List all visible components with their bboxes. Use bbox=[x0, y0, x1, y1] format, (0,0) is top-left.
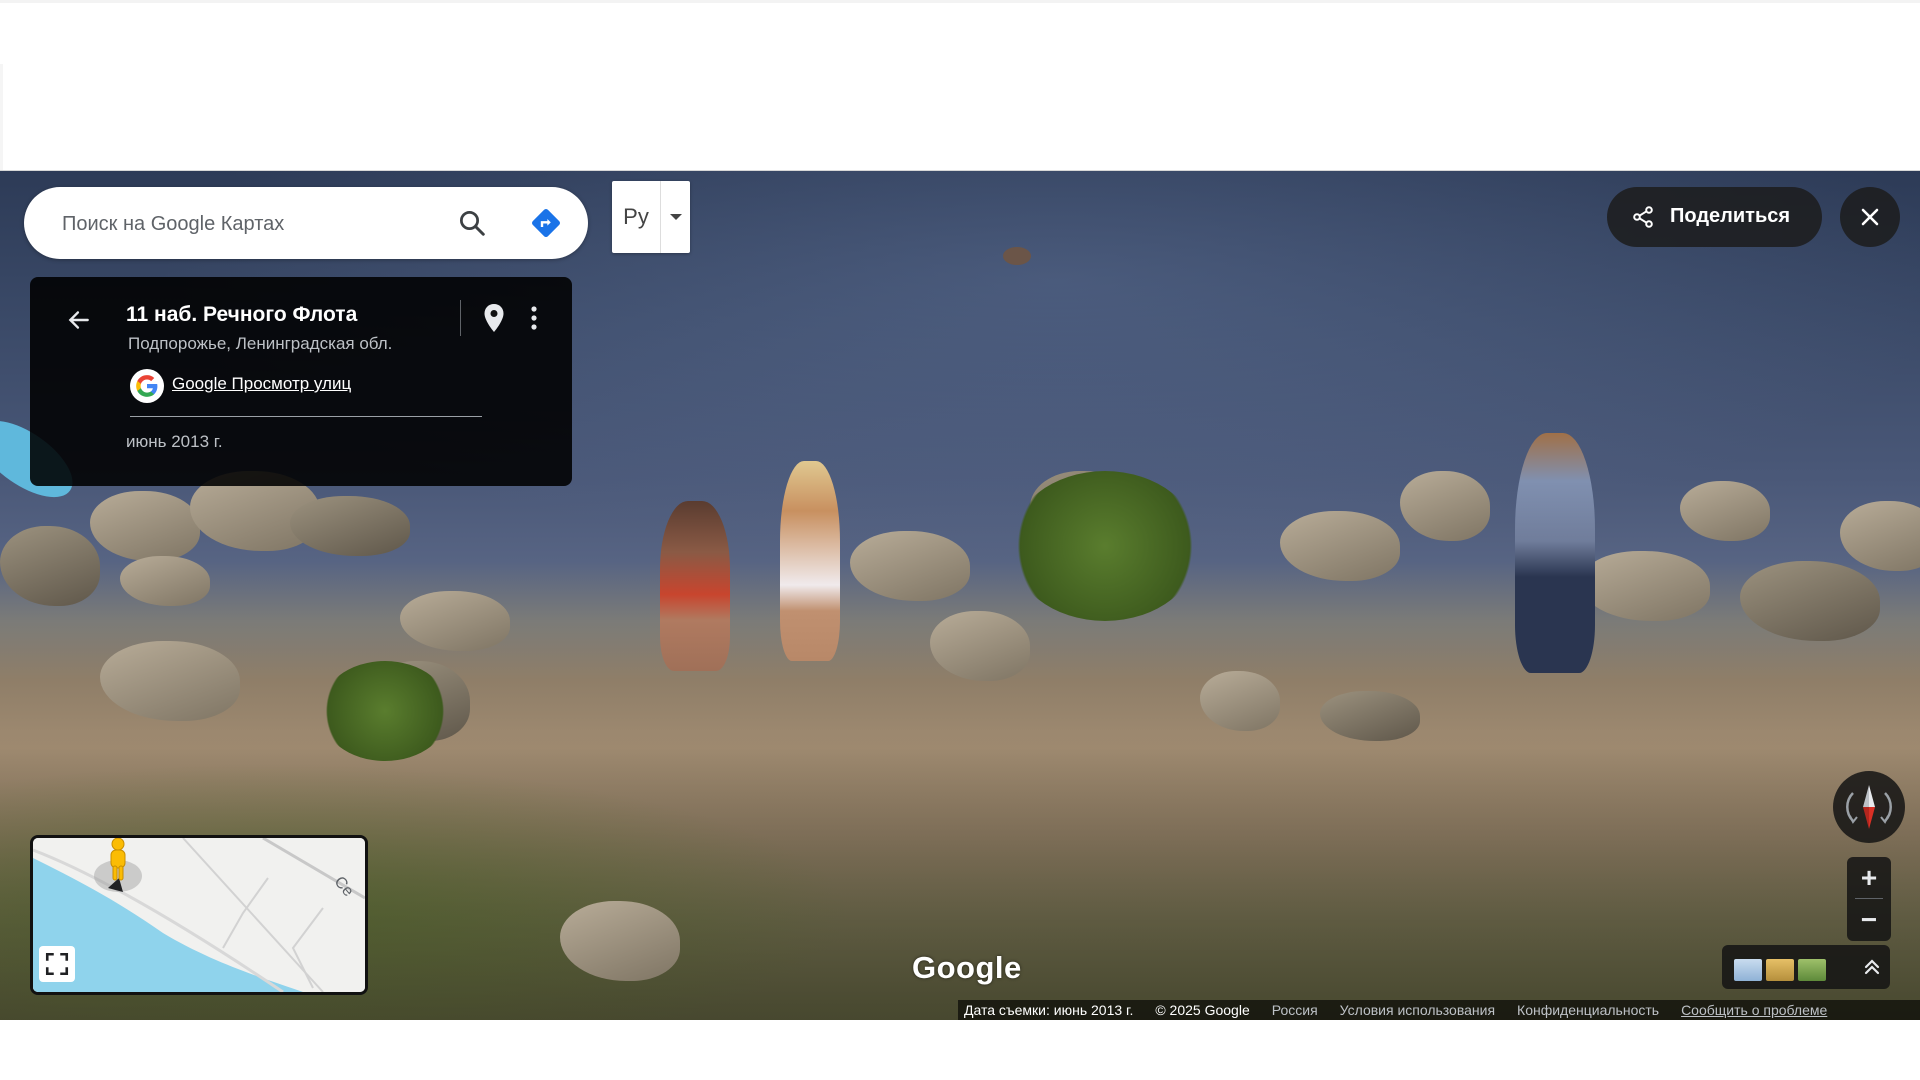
expand-up-icon[interactable] bbox=[1860, 955, 1884, 979]
directions-icon bbox=[532, 209, 560, 237]
top-divider bbox=[0, 0, 1920, 3]
place-title: 11 наб. Речного Флота bbox=[126, 303, 358, 326]
search-icon bbox=[460, 211, 485, 236]
left-edge bbox=[0, 64, 3, 170]
bush bbox=[320, 661, 450, 761]
share-label: Поделиться bbox=[1670, 205, 1791, 227]
attribution-bar: Дата съемки: июнь 2013 г. © 2025 Google … bbox=[958, 1000, 1920, 1020]
mini-map-canvas bbox=[33, 838, 365, 992]
share-icon bbox=[1633, 206, 1653, 228]
pegman-icon[interactable] bbox=[107, 836, 129, 884]
search-box bbox=[24, 187, 588, 259]
google-watermark: Google bbox=[912, 950, 1022, 985]
show-on-map-button[interactable] bbox=[476, 299, 512, 337]
place-subtitle: Подпорожье, Ленинградская обл. bbox=[128, 334, 393, 353]
rock bbox=[100, 641, 240, 721]
language-selector[interactable]: Ру bbox=[612, 181, 690, 253]
report-problem-link[interactable]: Сообщить о проблеме bbox=[1681, 1002, 1827, 1018]
child-figure bbox=[780, 461, 840, 661]
imagery-thumbnail[interactable] bbox=[1766, 959, 1794, 981]
country-link[interactable]: Россия bbox=[1272, 1002, 1318, 1018]
swimmer bbox=[1003, 247, 1031, 265]
fullscreen-icon bbox=[45, 952, 69, 976]
card-divider bbox=[460, 300, 461, 336]
search-input[interactable] bbox=[60, 205, 424, 243]
zoom-control: + − bbox=[1847, 857, 1891, 941]
pin-icon bbox=[484, 304, 504, 332]
close-icon bbox=[1861, 208, 1879, 226]
street-view-link[interactable]: Google Просмотр улиц bbox=[172, 374, 351, 394]
imagery-thumbnail[interactable] bbox=[1734, 959, 1762, 981]
zoom-in-button[interactable]: + bbox=[1847, 857, 1891, 899]
rock bbox=[930, 611, 1030, 681]
chevron-down-icon bbox=[669, 214, 682, 220]
card-separator bbox=[130, 416, 482, 417]
capture-date: июнь 2013 г. bbox=[126, 432, 223, 451]
share-button[interactable]: Поделиться bbox=[1607, 187, 1822, 247]
google-g-icon bbox=[136, 375, 158, 397]
arrow-back-icon bbox=[68, 311, 89, 329]
privacy-link[interactable]: Конфиденциальность bbox=[1517, 1002, 1659, 1018]
close-button[interactable] bbox=[1840, 187, 1900, 247]
rock bbox=[1740, 561, 1880, 641]
zoom-out-button[interactable]: − bbox=[1847, 899, 1891, 941]
terms-link[interactable]: Условия использования bbox=[1340, 1002, 1495, 1018]
imagery-layers-bar bbox=[1722, 945, 1890, 989]
page-header bbox=[0, 0, 1920, 171]
rock bbox=[400, 591, 510, 651]
back-button[interactable] bbox=[60, 301, 98, 339]
place-info-card: 11 наб. Речного Флота Подпорожье, Ленинг… bbox=[30, 277, 572, 486]
child-figure bbox=[1515, 433, 1595, 673]
more-vert-icon bbox=[531, 306, 537, 330]
rock bbox=[1200, 671, 1280, 731]
child-figure bbox=[660, 501, 730, 671]
bush bbox=[1010, 471, 1200, 621]
compass-icon bbox=[1846, 785, 1892, 829]
copyright-text: © 2025 Google bbox=[1155, 1002, 1250, 1018]
search-button[interactable] bbox=[452, 203, 492, 243]
more-options-button[interactable] bbox=[520, 299, 548, 337]
directions-button[interactable] bbox=[526, 203, 566, 243]
compass-control[interactable] bbox=[1833, 771, 1905, 843]
imagery-thumbnail[interactable] bbox=[1798, 959, 1826, 981]
capture-date-text: Дата съемки: июнь 2013 г. bbox=[964, 1002, 1134, 1018]
language-code: Ру bbox=[623, 204, 649, 229]
google-logo-badge bbox=[130, 369, 164, 403]
mini-map[interactable]: Се bbox=[30, 835, 368, 995]
fullscreen-button[interactable] bbox=[39, 946, 75, 982]
language-dropdown-button[interactable] bbox=[661, 181, 690, 253]
